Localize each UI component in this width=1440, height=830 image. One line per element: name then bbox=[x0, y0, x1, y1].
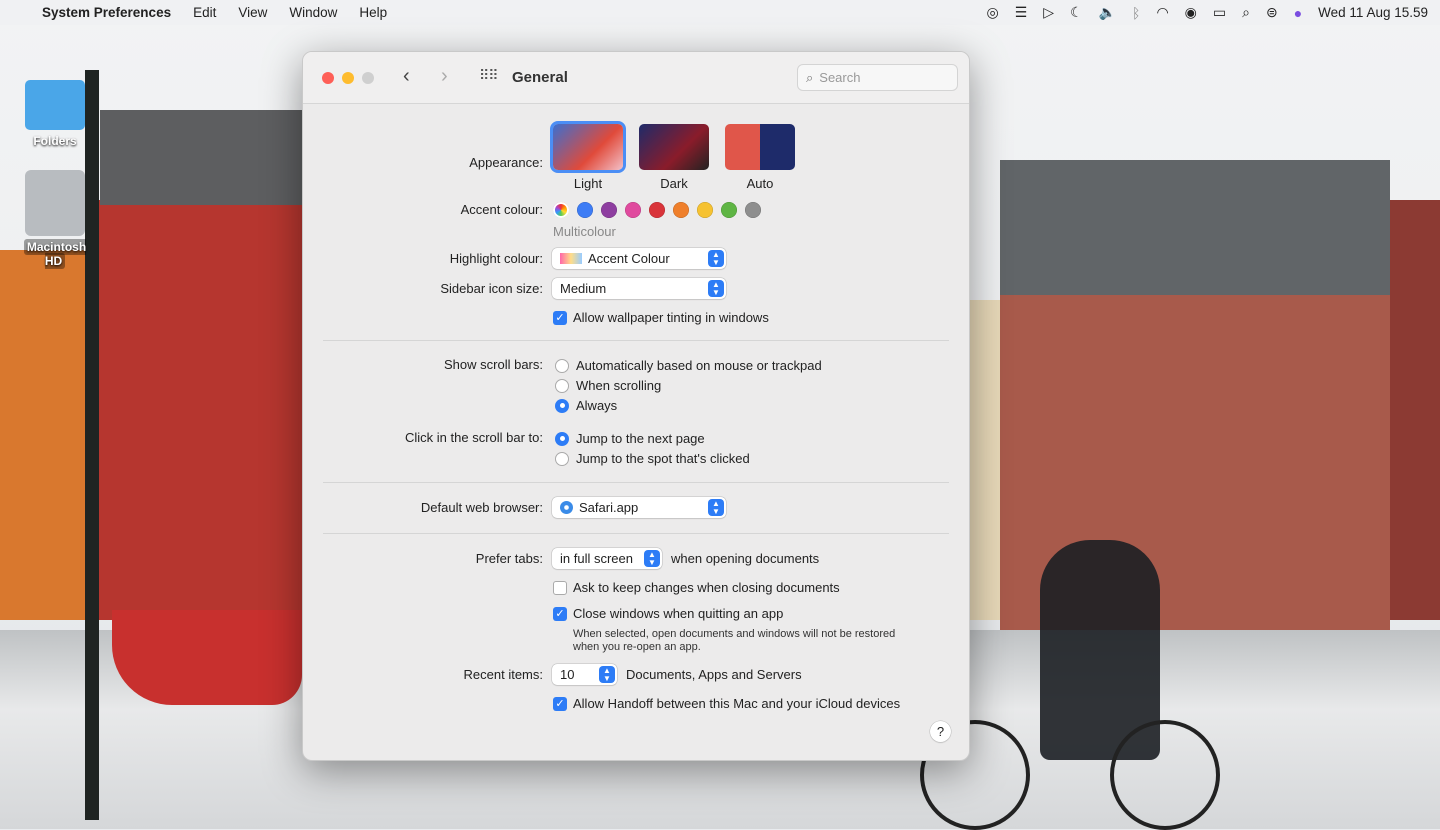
scrollbars-always-radio[interactable]: Always bbox=[555, 398, 617, 413]
search-field[interactable]: ⌕ Search bbox=[797, 64, 958, 91]
scrollbars-label: Show scroll bars: bbox=[444, 357, 543, 372]
help-button[interactable]: ? bbox=[930, 721, 951, 742]
desktop-icon-macintosh-hd[interactable]: Macintosh HD bbox=[14, 170, 96, 269]
grid-icon[interactable]: ⠿⠿ bbox=[479, 67, 498, 84]
appearance-dark-label: Dark bbox=[660, 176, 688, 191]
accent-label: Accent colour: bbox=[460, 202, 543, 217]
minimize-button[interactable] bbox=[342, 72, 354, 84]
close-windows-checkbox[interactable]: ✓ Close windows when quitting an app bbox=[553, 606, 783, 621]
play-icon[interactable]: ▷ bbox=[1043, 4, 1054, 21]
appearance-auto-label: Auto bbox=[746, 176, 774, 191]
accent-swatch-4[interactable] bbox=[673, 202, 689, 218]
safari-icon bbox=[560, 501, 573, 514]
stack-icon[interactable]: ☰ bbox=[1015, 4, 1028, 21]
sidebar-size-select[interactable]: Medium ▲ ▼ bbox=[552, 278, 726, 299]
scrollbars-auto-radio[interactable]: Automatically based on mouse or trackpad bbox=[555, 358, 822, 373]
wifi-icon[interactable]: ◠ bbox=[1156, 4, 1168, 21]
close-windows-note: When selected, open documents and window… bbox=[573, 628, 896, 653]
menu-help[interactable]: Help bbox=[359, 5, 387, 20]
menu-view[interactable]: View bbox=[238, 5, 267, 20]
accent-swatch-6[interactable] bbox=[721, 202, 737, 218]
appearance-label: Appearance: bbox=[469, 155, 543, 170]
prefer-tabs-select[interactable]: in full screen ▲ ▼ bbox=[552, 548, 662, 569]
menu-app-name[interactable]: System Preferences bbox=[42, 5, 171, 20]
accent-swatch-2[interactable] bbox=[625, 202, 641, 218]
highlight-swatch bbox=[560, 253, 582, 264]
clock[interactable]: Wed 11 Aug 15.59 bbox=[1318, 5, 1428, 20]
browser-label: Default web browser: bbox=[420, 500, 543, 515]
divider bbox=[323, 533, 949, 534]
creative-cloud-icon[interactable]: ◎ bbox=[986, 4, 998, 21]
appearance-auto-thumb[interactable] bbox=[725, 124, 795, 170]
appearance-dark-thumb[interactable] bbox=[639, 124, 709, 170]
close-button[interactable] bbox=[322, 72, 334, 84]
battery-icon[interactable]: ▭ bbox=[1213, 4, 1226, 21]
ask-keep-changes-checkbox[interactable]: Ask to keep changes when closing documen… bbox=[553, 580, 840, 595]
user-icon[interactable]: ◉ bbox=[1185, 4, 1197, 21]
desktop-icon-folders[interactable]: Folders bbox=[14, 80, 96, 148]
recent-items-suffix: Documents, Apps and Servers bbox=[626, 667, 802, 682]
menu-window[interactable]: Window bbox=[289, 5, 337, 20]
scrollbars-when-scrolling-radio[interactable]: When scrolling bbox=[555, 378, 661, 393]
chevron-updown-icon: ▲ ▼ bbox=[708, 499, 724, 516]
accent-swatches bbox=[553, 202, 769, 218]
volume-icon[interactable]: 🔈 bbox=[1099, 4, 1116, 21]
search-icon: ⌕ bbox=[806, 69, 814, 85]
chevron-updown-icon: ▲ ▼ bbox=[599, 666, 615, 683]
recent-items-select[interactable]: 10 ▲ ▼ bbox=[552, 664, 617, 685]
preferences-window: ‹ › ⠿⠿ General ⌕ Search Appearance: Ligh… bbox=[302, 51, 970, 761]
wallpaper-tinting-checkbox[interactable]: ✓ Allow wallpaper tinting in windows bbox=[553, 310, 769, 325]
divider bbox=[323, 340, 949, 341]
prefer-tabs-label: Prefer tabs: bbox=[475, 551, 543, 566]
spotlight-icon[interactable]: ⌕ bbox=[1242, 4, 1250, 21]
divider bbox=[323, 482, 949, 483]
zoom-button[interactable] bbox=[362, 72, 374, 84]
default-browser-select[interactable]: Safari.app ▲ ▼ bbox=[552, 497, 726, 518]
chevron-updown-icon: ▲ ▼ bbox=[708, 250, 724, 267]
appearance-light-label: Light bbox=[573, 176, 603, 191]
accent-swatch-1[interactable] bbox=[601, 202, 617, 218]
moon-icon[interactable]: ☾ bbox=[1070, 4, 1083, 21]
siri-icon[interactable]: ● bbox=[1294, 5, 1302, 21]
accent-multicolour[interactable] bbox=[553, 202, 569, 218]
hard-drive-icon bbox=[25, 170, 85, 236]
back-icon[interactable]: ‹ bbox=[403, 65, 410, 88]
menu-edit[interactable]: Edit bbox=[193, 5, 216, 20]
sidebar-size-label: Sidebar icon size: bbox=[440, 281, 543, 296]
folder-icon bbox=[25, 80, 85, 130]
accent-swatch-0[interactable] bbox=[577, 202, 593, 218]
click-scroll-label: Click in the scroll bar to: bbox=[405, 430, 543, 445]
chevron-updown-icon: ▲ ▼ bbox=[708, 280, 724, 297]
highlight-label: Highlight colour: bbox=[449, 251, 543, 266]
forward-icon[interactable]: › bbox=[441, 65, 448, 88]
checkbox-checked: ✓ bbox=[553, 606, 567, 621]
menu-bar: System Preferences Edit View Window Help… bbox=[0, 0, 1440, 25]
handoff-checkbox[interactable]: ✓ Allow Handoff between this Mac and your… bbox=[553, 696, 900, 711]
recent-items-label: Recent items: bbox=[463, 667, 543, 682]
bluetooth-icon[interactable]: ᛒ bbox=[1132, 5, 1140, 21]
window-title: General bbox=[512, 69, 568, 86]
accent-swatch-5[interactable] bbox=[697, 202, 713, 218]
control-center-icon[interactable]: ⊜ bbox=[1266, 4, 1278, 21]
appearance-light-thumb[interactable] bbox=[553, 124, 623, 170]
prefer-tabs-suffix: when opening documents bbox=[671, 551, 820, 566]
accent-swatch-3[interactable] bbox=[649, 202, 665, 218]
accent-selected-name: Multicolour bbox=[553, 224, 616, 239]
jump-to-spot-radio[interactable]: Jump to the spot that's clicked bbox=[555, 451, 750, 466]
checkbox-checked: ✓ bbox=[553, 310, 567, 325]
jump-next-page-radio[interactable]: Jump to the next page bbox=[555, 431, 705, 446]
title-bar: ‹ › ⠿⠿ General ⌕ Search bbox=[303, 52, 969, 104]
accent-swatch-7[interactable] bbox=[745, 202, 761, 218]
checkbox-checked: ✓ bbox=[553, 696, 567, 711]
highlight-colour-select[interactable]: Accent Colour ▲ ▼ bbox=[552, 248, 726, 269]
chevron-updown-icon: ▲ ▼ bbox=[644, 550, 660, 567]
